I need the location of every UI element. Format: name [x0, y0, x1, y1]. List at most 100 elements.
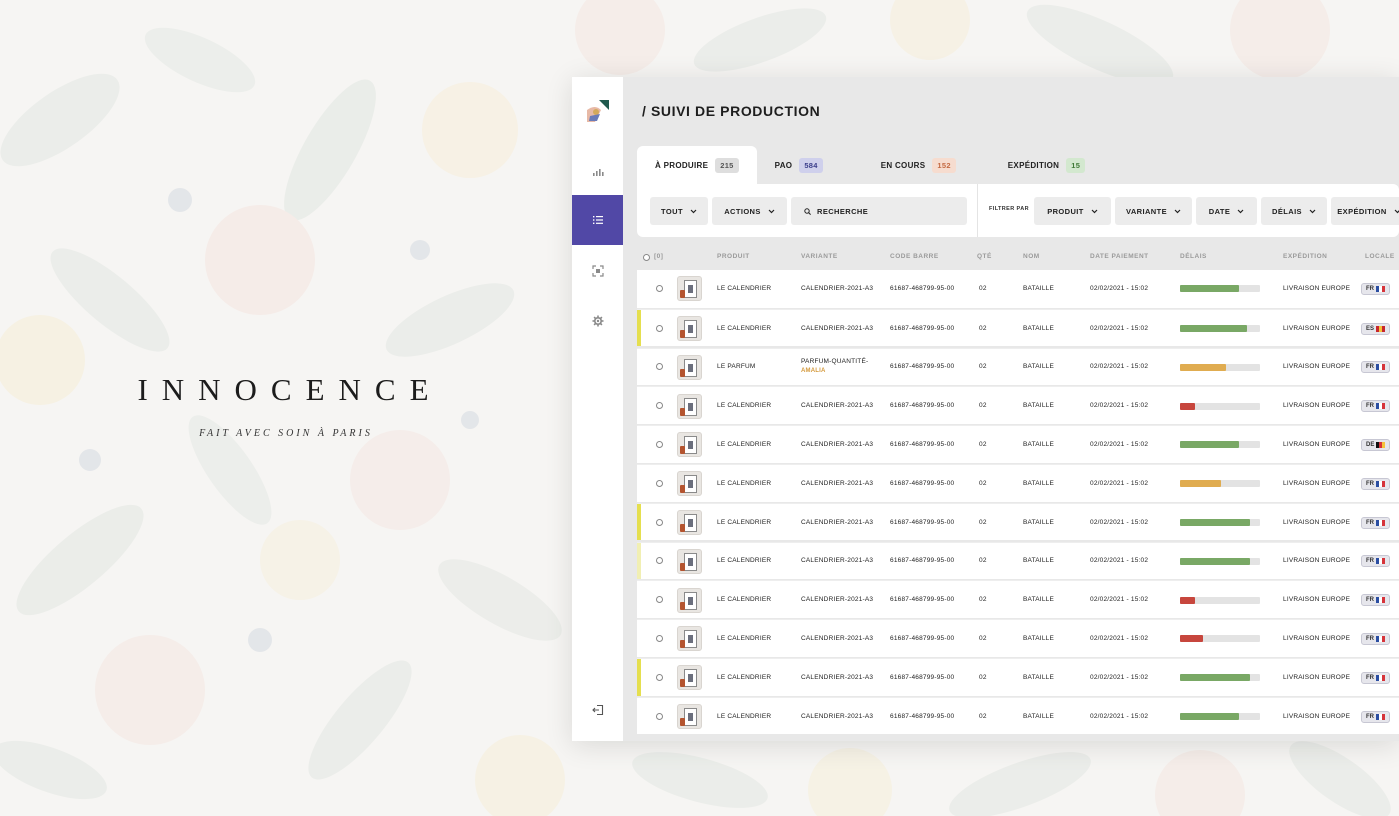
- locale-code: FR: [1366, 403, 1374, 410]
- table-row[interactable]: LE CALENDRIER CALENDRIER-2021-A3 61687-4…: [637, 386, 1399, 424]
- search-input[interactable]: [817, 206, 957, 216]
- product-thumbnail: [677, 276, 702, 302]
- delais-progress-fill: [1180, 519, 1251, 527]
- table-row[interactable]: LE PARFUM PARFUM-QUANTITÉ- AMALIA 61687-…: [637, 347, 1399, 386]
- table-row[interactable]: LE CALENDRIER CALENDRIER-2021-A3 61687-4…: [637, 541, 1399, 580]
- table-row[interactable]: LE CALENDRIER CALENDRIER-2021-A3 61687-4…: [637, 696, 1399, 735]
- row-select-radio[interactable]: [656, 634, 663, 642]
- locale-code: FR: [1366, 597, 1374, 604]
- cell-expedition: LIVRAISON EUROPE: [1283, 712, 1351, 720]
- nav-scan[interactable]: [572, 246, 623, 296]
- cell-variante: CALENDRIER-2021-A3: [801, 479, 874, 487]
- logout-icon: [591, 704, 603, 716]
- cell-produit: LE CALENDRIER: [717, 596, 772, 604]
- filter-delais[interactable]: DÉLAIS: [1261, 197, 1327, 225]
- row-select-radio[interactable]: [656, 363, 663, 371]
- delais-progress-bar: [1180, 519, 1260, 527]
- row-status-marker: [637, 581, 641, 618]
- col-variante[interactable]: VARIANTE: [801, 253, 838, 260]
- row-select-radio[interactable]: [656, 440, 663, 448]
- row-status-marker: [637, 542, 641, 580]
- col-code-barre[interactable]: CODE BARRE: [890, 253, 939, 260]
- row-select-radio[interactable]: [656, 324, 663, 332]
- page-title: / SUIVI DE PRODUCTION: [642, 103, 821, 119]
- table-row[interactable]: LE CALENDRIER CALENDRIER-2021-A3 61687-4…: [637, 270, 1399, 308]
- flag-icon: [1376, 519, 1385, 526]
- locale-code: FR: [1366, 558, 1374, 565]
- col-date-paiement[interactable]: DATE PAIEMENT: [1090, 253, 1149, 260]
- cell-date-paiement: 02/02/2021 - 15:02: [1090, 363, 1149, 371]
- nav-list[interactable]: [572, 195, 623, 245]
- cell-qte: 02: [979, 673, 987, 681]
- cell-date-paiement: 02/02/2021 - 15:02: [1090, 673, 1149, 681]
- table-row[interactable]: LE CALENDRIER CALENDRIER-2021-A3 61687-4…: [637, 580, 1399, 618]
- search-icon: [804, 207, 811, 215]
- row-select-radio[interactable]: [656, 402, 663, 410]
- filter-expedition[interactable]: EXPÉDITION: [1331, 197, 1399, 225]
- locale-badge: FR: [1361, 555, 1390, 568]
- locale-badge: FR: [1361, 671, 1390, 684]
- cell-qte: 02: [979, 284, 987, 292]
- chevron-down-icon: [1091, 209, 1098, 213]
- tab-a-produire[interactable]: À PRODUIRE 215: [637, 146, 757, 184]
- row-select-radio[interactable]: [656, 284, 663, 292]
- filter-produit[interactable]: PRODUIT: [1034, 197, 1111, 225]
- table-row[interactable]: LE CALENDRIER CALENDRIER-2021-A3 61687-4…: [637, 425, 1399, 463]
- cell-date-paiement: 02/02/2021 - 15:02: [1090, 712, 1149, 720]
- tab-expedition[interactable]: EXPÉDITION 15: [974, 146, 1103, 184]
- tab-en-cours[interactable]: EN COURS 152: [841, 146, 974, 184]
- filter-variante[interactable]: VARIANTE: [1115, 197, 1192, 225]
- flag-icon: [1376, 558, 1385, 565]
- cell-expedition: LIVRAISON EUROPE: [1283, 518, 1351, 526]
- row-select-radio[interactable]: [656, 596, 663, 604]
- tab-label: À PRODUIRE: [655, 160, 709, 170]
- locale-badge: FR: [1361, 282, 1390, 295]
- col-qte[interactable]: QTÉ: [977, 253, 992, 260]
- tab-pao[interactable]: PAO 584: [757, 146, 841, 184]
- row-select-radio[interactable]: [656, 673, 663, 681]
- cell-qte: 02: [979, 712, 987, 720]
- cell-date-paiement: 02/02/2021 - 15:02: [1090, 284, 1149, 292]
- table-row[interactable]: LE CALENDRIER CALENDRIER-2021-A3 61687-4…: [637, 619, 1399, 657]
- nav-stats[interactable]: [572, 146, 623, 196]
- table-row[interactable]: LE CALENDRIER CALENDRIER-2021-A3 61687-4…: [637, 502, 1399, 541]
- cell-expedition: LIVRAISON EUROPE: [1283, 440, 1351, 448]
- brand: INNOCENCE FAIT AVEC SOIN À PARIS: [0, 372, 572, 439]
- table-row[interactable]: LE CALENDRIER CALENDRIER-2021-A3 61687-4…: [637, 658, 1399, 696]
- table-row[interactable]: LE CALENDRIER CALENDRIER-2021-A3 61687-4…: [637, 308, 1399, 347]
- row-select-radio[interactable]: [656, 712, 663, 720]
- cell-qte: 02: [979, 518, 987, 526]
- product-thumbnail: [677, 704, 702, 730]
- row-select-radio[interactable]: [656, 557, 663, 565]
- cell-code-barre: 61687-468799-95-00: [890, 557, 955, 565]
- col-produit[interactable]: PRODUIT: [717, 253, 750, 260]
- filter-label-text: PRODUIT: [1047, 206, 1084, 216]
- select-all-radio[interactable]: [643, 254, 650, 261]
- delais-progress-bar: [1180, 557, 1260, 565]
- col-delais[interactable]: DÉLAIS: [1180, 253, 1207, 260]
- row-status-marker: [637, 349, 641, 386]
- flag-icon: [1376, 285, 1385, 292]
- col-expedition[interactable]: EXPÉDITION: [1283, 253, 1327, 260]
- delais-progress-fill: [1180, 325, 1248, 333]
- cell-variante: PARFUM-QUANTITÉ-: [801, 358, 869, 366]
- product-thumbnail: [677, 626, 702, 652]
- gear-icon: [592, 315, 603, 327]
- cell-variante: CALENDRIER-2021-A3: [801, 440, 874, 448]
- app-logo[interactable]: [587, 100, 609, 122]
- row-select-radio[interactable]: [656, 479, 663, 487]
- cell-variante: CALENDRIER-2021-A3: [801, 596, 874, 604]
- product-thumbnail: [677, 471, 702, 497]
- actions-dropdown[interactable]: ACTIONS: [712, 197, 787, 225]
- col-nom[interactable]: NOM: [1023, 253, 1040, 260]
- toolbar: TOUT ACTIONS FILTRER PAR PRODUIT: [637, 184, 1399, 237]
- tout-dropdown[interactable]: TOUT: [650, 197, 708, 225]
- chevron-down-icon: [1309, 209, 1316, 213]
- table-row[interactable]: LE CALENDRIER CALENDRIER-2021-A3 61687-4…: [637, 464, 1399, 502]
- delais-progress-fill: [1180, 402, 1196, 410]
- nav-logout[interactable]: [572, 685, 623, 735]
- col-locale[interactable]: LOCALE: [1365, 253, 1395, 260]
- row-select-radio[interactable]: [656, 518, 663, 526]
- nav-settings[interactable]: [572, 296, 623, 346]
- filter-date[interactable]: DATE: [1196, 197, 1257, 225]
